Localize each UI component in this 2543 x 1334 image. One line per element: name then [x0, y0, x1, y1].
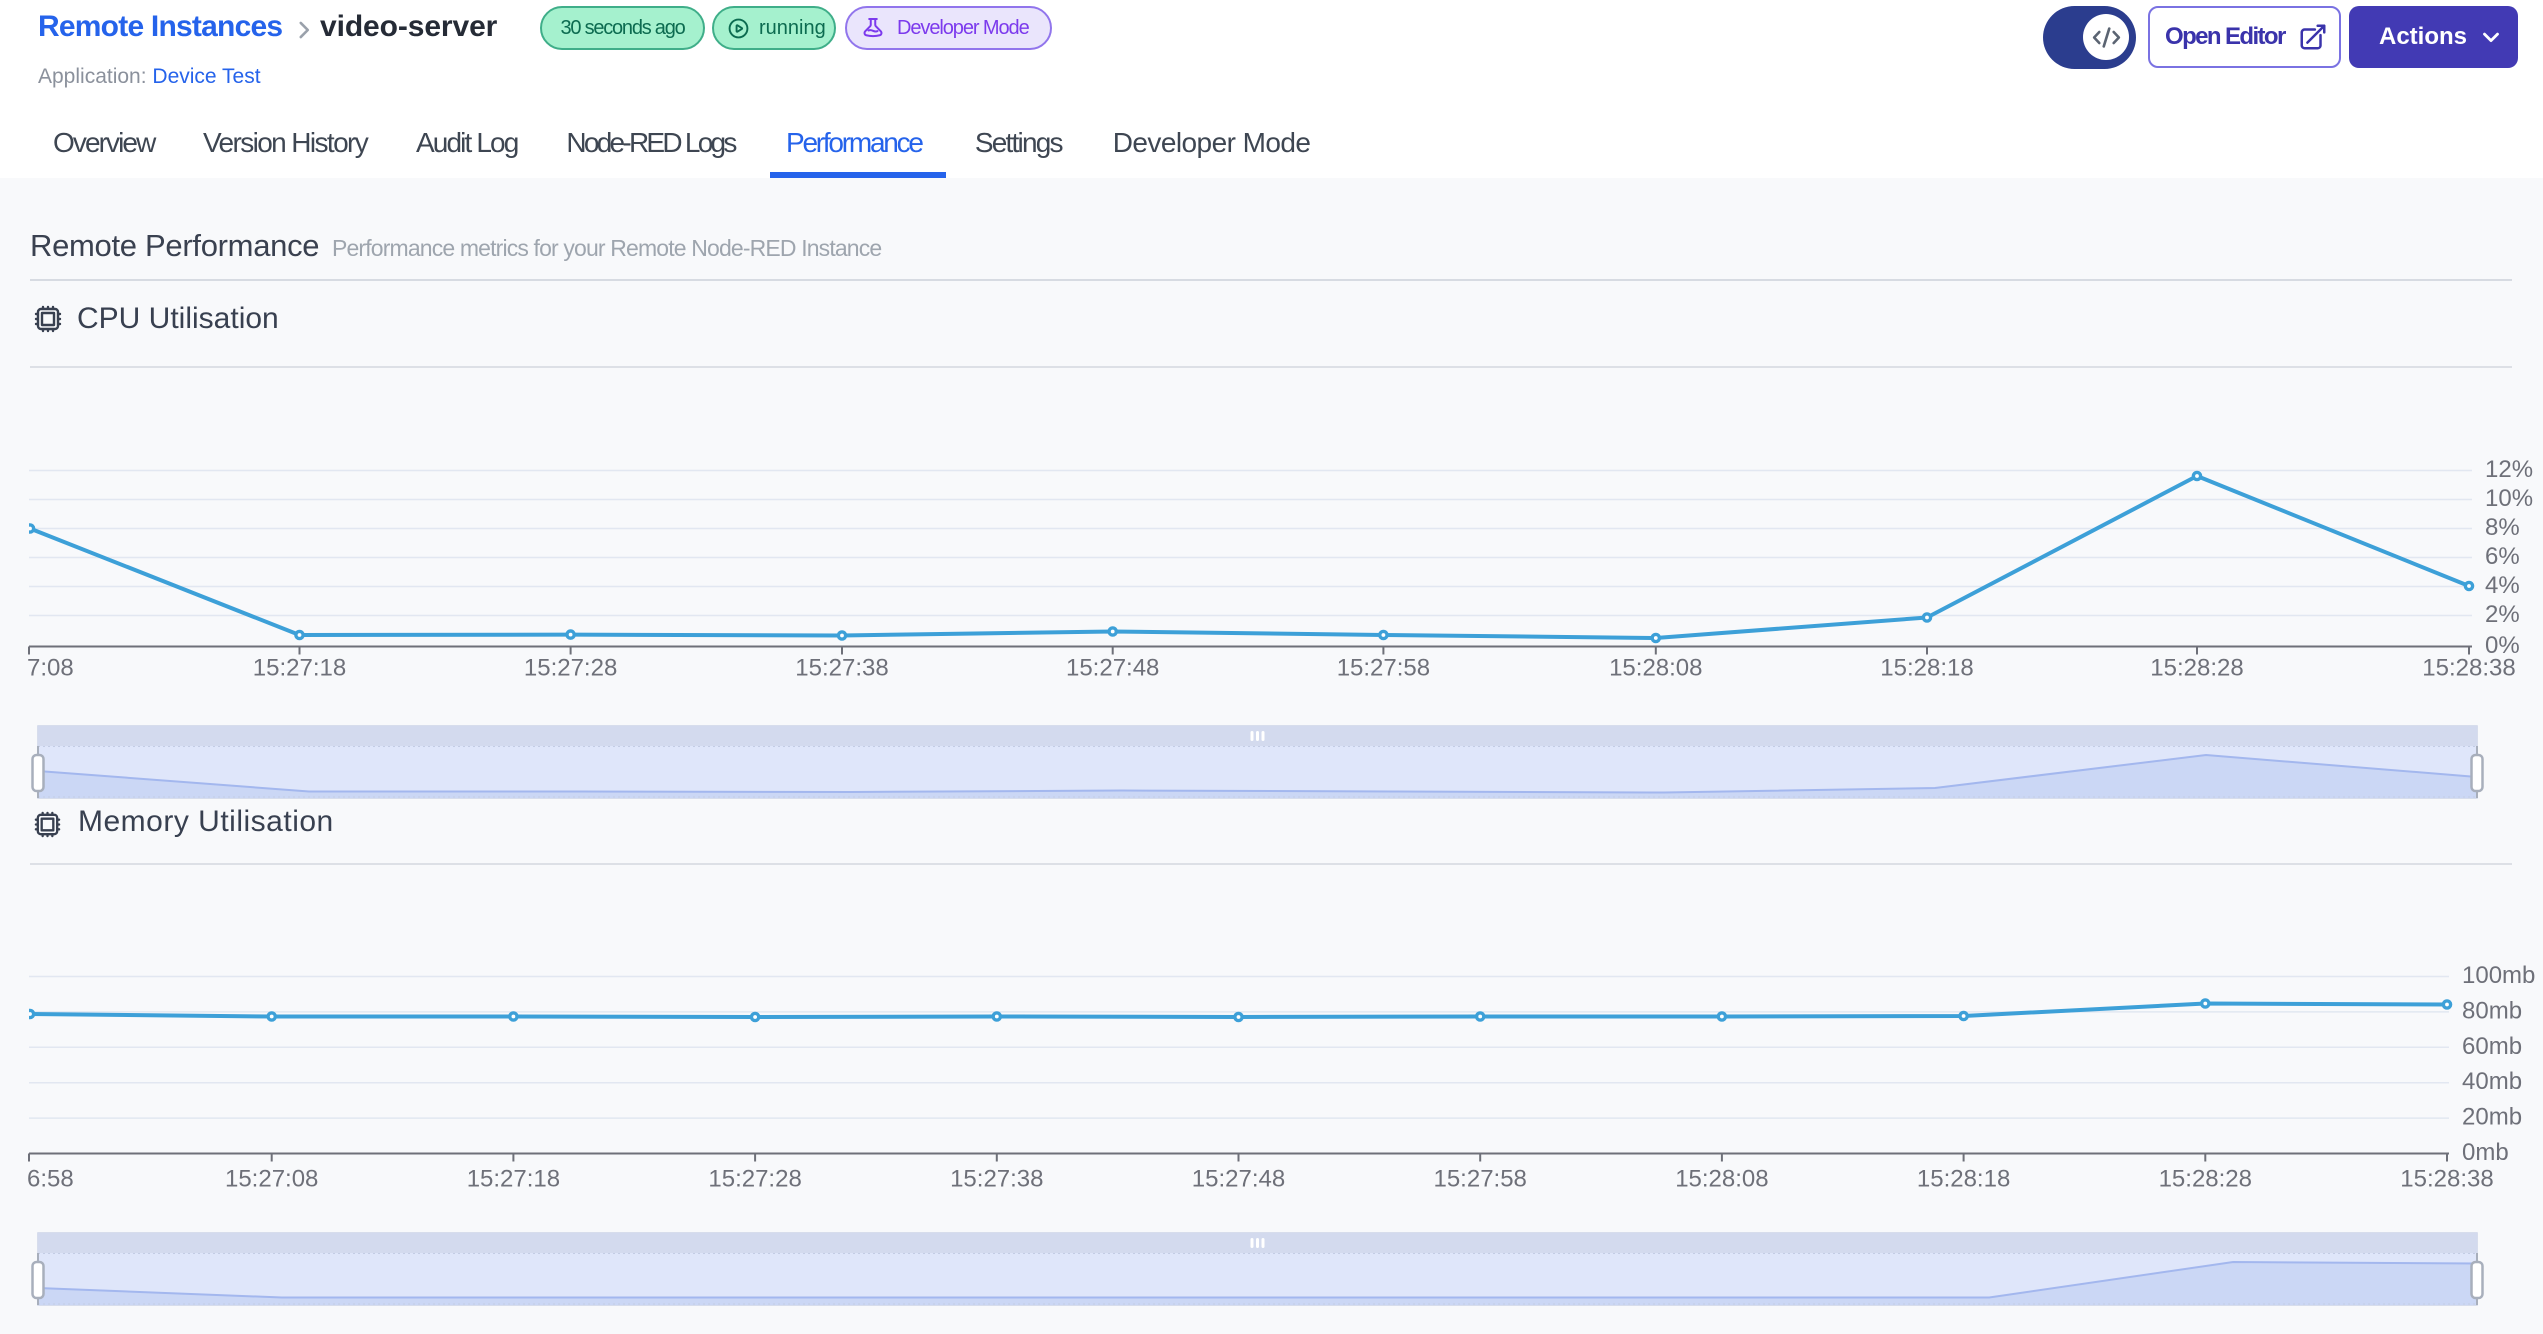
- svg-text:8%: 8%: [2485, 514, 2520, 541]
- svg-text:6%: 6%: [2485, 543, 2520, 570]
- svg-text:15:27:38: 15:27:38: [950, 1166, 1043, 1193]
- svg-text:10%: 10%: [2485, 485, 2533, 512]
- svg-text:15:27:08: 15:27:08: [225, 1166, 318, 1193]
- svg-text:7:08: 7:08: [27, 655, 74, 682]
- svg-text:15:27:28: 15:27:28: [524, 655, 617, 682]
- svg-text:80mb: 80mb: [2462, 997, 2522, 1024]
- svg-text:15:27:18: 15:27:18: [467, 1166, 560, 1193]
- svg-text:60mb: 60mb: [2462, 1033, 2522, 1060]
- svg-text:15:28:38: 15:28:38: [2422, 655, 2515, 682]
- svg-text:15:27:28: 15:27:28: [708, 1166, 801, 1193]
- svg-text:20mb: 20mb: [2462, 1104, 2522, 1131]
- svg-text:6:58: 6:58: [27, 1166, 74, 1193]
- svg-text:15:28:38: 15:28:38: [2400, 1166, 2493, 1193]
- svg-text:15:28:28: 15:28:28: [2150, 655, 2243, 682]
- svg-text:15:27:48: 15:27:48: [1066, 655, 1159, 682]
- svg-text:2%: 2%: [2485, 601, 2520, 628]
- svg-text:15:27:58: 15:27:58: [1337, 655, 1430, 682]
- svg-text:15:27:48: 15:27:48: [1192, 1166, 1285, 1193]
- svg-text:15:27:38: 15:27:38: [795, 655, 888, 682]
- svg-text:0mb: 0mb: [2462, 1139, 2509, 1166]
- svg-text:40mb: 40mb: [2462, 1068, 2522, 1095]
- svg-text:15:27:58: 15:27:58: [1433, 1166, 1526, 1193]
- svg-text:12%: 12%: [2485, 456, 2533, 483]
- svg-text:4%: 4%: [2485, 572, 2520, 599]
- svg-text:15:28:18: 15:28:18: [1917, 1166, 2010, 1193]
- svg-text:15:27:18: 15:27:18: [253, 655, 346, 682]
- svg-text:15:28:08: 15:28:08: [1675, 1166, 1768, 1193]
- svg-text:100mb: 100mb: [2462, 962, 2535, 989]
- svg-text:15:28:28: 15:28:28: [2159, 1166, 2252, 1193]
- svg-text:15:28:18: 15:28:18: [1880, 655, 1973, 682]
- svg-text:15:28:08: 15:28:08: [1609, 655, 1702, 682]
